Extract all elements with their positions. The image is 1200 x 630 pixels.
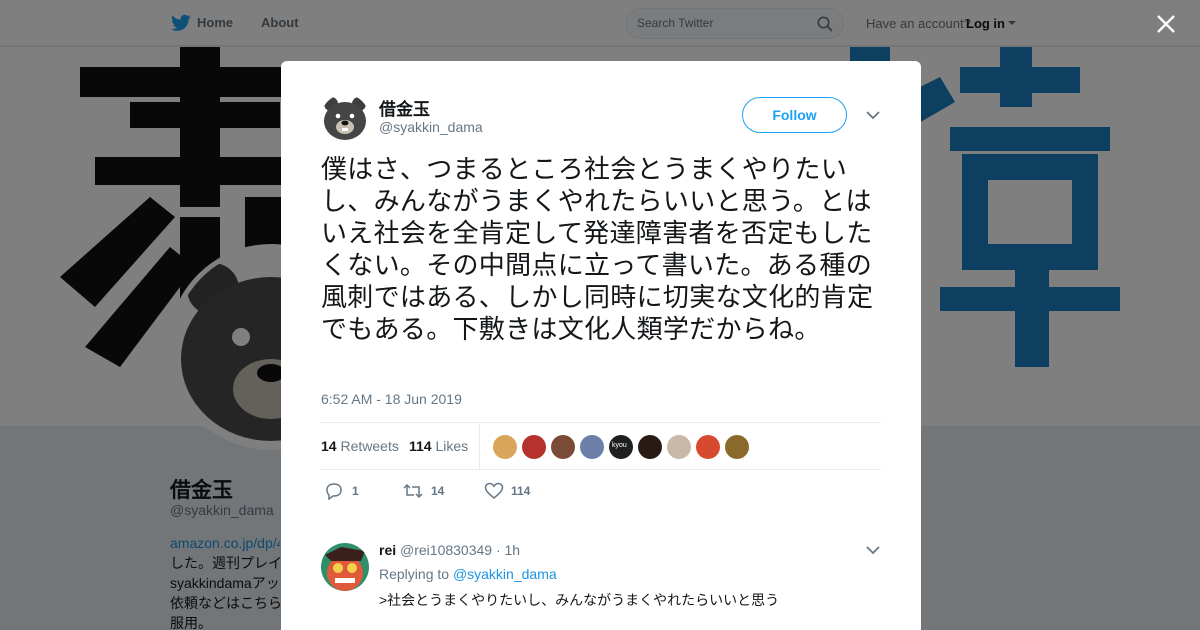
- liker-avatar[interactable]: [696, 435, 720, 459]
- retweets-label: Retweets: [340, 438, 399, 454]
- liker-avatar-label: kyou: [612, 442, 627, 449]
- stats-divider: [479, 423, 480, 469]
- follow-button[interactable]: Follow: [742, 97, 847, 133]
- retweet-count: 14: [431, 484, 445, 498]
- tweet-author-name[interactable]: 借金玉: [379, 95, 430, 120]
- reply-author-handle[interactable]: @rei10830349: [400, 542, 492, 558]
- retweets-stat[interactable]: 14 Retweets: [321, 438, 399, 454]
- liker-avatar[interactable]: [551, 435, 575, 459]
- bear-avatar-image: [324, 97, 366, 140]
- tweet-text: 僕はさ、つまるところ社会とうまくやりたいし、みんながうまくやれたらいいと思う。と…: [321, 154, 874, 344]
- tweet-author-handle[interactable]: @syakkin_dama: [379, 119, 483, 135]
- liker-avatar[interactable]: [493, 435, 517, 459]
- replying-to-mention[interactable]: @syakkin_dama: [453, 566, 557, 582]
- liker-avatar[interactable]: [638, 435, 662, 459]
- reply-author-avatar[interactable]: [321, 543, 369, 591]
- reply-header: rei @rei10830349 · 1h: [379, 542, 520, 558]
- reply-count: 1: [352, 484, 359, 498]
- tweet-modal: 借金玉 @syakkin_dama Follow 僕はさ、つまるところ社会とうま…: [281, 61, 921, 630]
- replying-to: Replying to @syakkin_dama: [379, 566, 557, 582]
- tweet-stats: 14 Retweets 114 Likes kyou: [321, 422, 881, 470]
- reply-icon[interactable]: [324, 482, 344, 500]
- liker-avatar[interactable]: [725, 435, 749, 459]
- chevron-down-icon[interactable]: [866, 110, 880, 120]
- tweet-timestamp[interactable]: 6:52 AM - 18 Jun 2019: [321, 391, 462, 407]
- liker-avatar[interactable]: [522, 435, 546, 459]
- likes-stat[interactable]: 114 Likes: [409, 438, 468, 454]
- replying-to-label: Replying to: [379, 566, 450, 582]
- chevron-down-icon[interactable]: [866, 545, 880, 555]
- liker-avatar[interactable]: kyou: [609, 435, 633, 459]
- like-icon[interactable]: [484, 482, 504, 500]
- reply-avatar-image: [321, 543, 369, 591]
- like-count: 114: [511, 484, 531, 498]
- reply-author-name[interactable]: rei: [379, 542, 396, 558]
- reply-time[interactable]: · 1h: [496, 542, 520, 558]
- likes-count: 114: [409, 438, 432, 454]
- retweets-count: 14: [321, 438, 337, 454]
- likes-label: Likes: [435, 438, 469, 454]
- liker-avatar[interactable]: [667, 435, 691, 459]
- tweet-author-avatar[interactable]: [321, 94, 369, 142]
- close-icon[interactable]: [1156, 14, 1176, 34]
- retweet-icon[interactable]: [403, 482, 423, 500]
- reply-text: >社会とうまくやりたいし、みんながうまくやれたらいいと思う: [379, 592, 780, 608]
- liker-avatar[interactable]: [580, 435, 604, 459]
